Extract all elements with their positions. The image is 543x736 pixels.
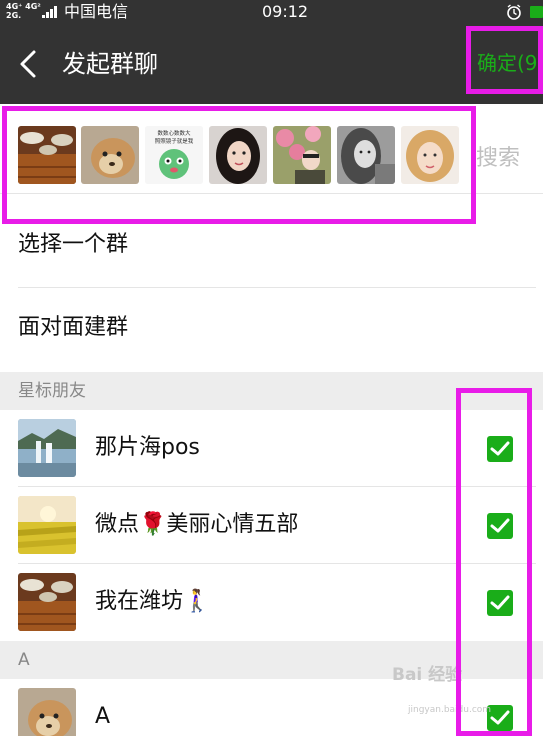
battery-icon bbox=[530, 6, 543, 18]
carrier-name: 中国电信 bbox=[64, 2, 129, 21]
clock: 09:12 bbox=[262, 2, 309, 21]
back-button[interactable] bbox=[14, 46, 46, 82]
section-label: A bbox=[18, 650, 30, 670]
page-title: 发起群聊 bbox=[62, 50, 158, 78]
nav-header: 发起群聊 确定(9 bbox=[0, 24, 543, 104]
highlight-selected-box bbox=[2, 106, 476, 224]
contact-name: 微点🌹美丽心情五部 bbox=[95, 512, 299, 537]
contact-avatar bbox=[18, 496, 76, 554]
contact-avatar bbox=[18, 419, 76, 477]
network-indicator: 4G⁺ 4G² 2G. bbox=[6, 2, 41, 20]
alarm-clock-icon bbox=[507, 4, 521, 20]
status-bar: 4G⁺ 4G² 2G. 中国电信 09:12 bbox=[0, 0, 543, 24]
select-group-label: 选择一个群 bbox=[18, 232, 129, 257]
signal-icon bbox=[42, 6, 57, 18]
network-type-bottom: 2G. bbox=[6, 11, 22, 20]
section-label: 星标朋友 bbox=[18, 381, 86, 401]
face-to-face-group-row[interactable]: 面对面建群 bbox=[0, 288, 543, 370]
face-to-face-label: 面对面建群 bbox=[18, 315, 129, 340]
contact-name: 那片海pos bbox=[95, 435, 200, 460]
highlight-confirm-box bbox=[466, 26, 543, 94]
watermark: Bai 经验 bbox=[392, 665, 463, 685]
search-input[interactable]: 搜索 bbox=[476, 144, 520, 174]
contact-name: 我在潍坊🚶‍♀️ bbox=[95, 589, 211, 614]
network-type-top: 4G⁺ 4G² bbox=[6, 2, 41, 11]
chevron-left-icon bbox=[20, 50, 36, 78]
highlight-checkbox-column bbox=[456, 388, 532, 736]
contact-avatar bbox=[18, 573, 76, 631]
contact-name: A bbox=[95, 704, 111, 729]
contact-avatar bbox=[18, 688, 76, 736]
